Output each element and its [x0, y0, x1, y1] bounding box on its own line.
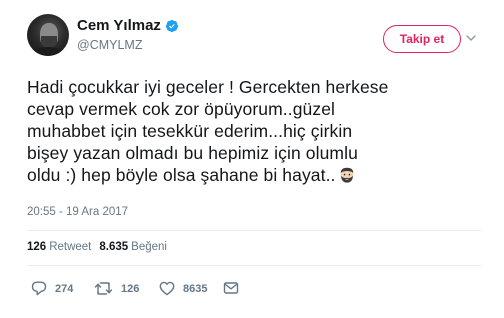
tweet-text: Hadi çocukkar iyi geceler ! Gercekten he… — [27, 76, 483, 186]
retweet-count: 126 — [121, 282, 140, 295]
follow-button[interactable]: Takip et — [383, 25, 461, 53]
tweet-text-line: muhabbet için tesekkür ederim...hiç çirk… — [27, 121, 353, 141]
like-count: 8635 — [183, 282, 208, 295]
divider — [27, 230, 481, 231]
retweet-stat-count: 126 — [27, 241, 47, 253]
retweet-icon — [94, 282, 113, 295]
divider — [27, 265, 481, 266]
retweet-button[interactable]: 126 — [94, 281, 139, 296]
user-handle[interactable]: @CMYLMZ — [77, 38, 142, 52]
tweet-text-line: bişey yazan olmadı bu hepimiz için oluml… — [27, 143, 358, 163]
reply-count: 274 — [55, 282, 74, 295]
chevron-down-icon[interactable] — [465, 32, 477, 44]
like-icon — [159, 281, 175, 296]
direct-message-button[interactable] — [223, 281, 239, 295]
author-name-row[interactable]: Cem Yılmaz — [77, 17, 179, 34]
tweet-text-line-last: oldu :) hep böyle olsa şahane bi hayat.. — [27, 164, 483, 186]
verified-badge-icon — [165, 19, 179, 32]
tweet-text-line: cevap vermek cok zor öpüyorum..güzel — [27, 99, 336, 119]
like-stat-count: 8.635 — [99, 241, 129, 253]
retweet-stat[interactable]: 126 Retweet — [27, 241, 91, 253]
reply-button[interactable]: 274 — [31, 281, 73, 296]
retweet-stat-label: Retweet — [49, 241, 92, 253]
display-name[interactable]: Cem Yılmaz — [77, 17, 161, 34]
avatar[interactable] — [27, 14, 69, 56]
tweet-text-line: oldu :) hep böyle olsa şahane bi hayat.. — [27, 165, 336, 185]
like-stat-label: Beğeni — [131, 241, 167, 253]
like-stat[interactable]: 8.635 Beğeni — [99, 241, 167, 253]
like-button[interactable]: 8635 — [159, 281, 207, 296]
avatar-shoulder — [31, 47, 65, 56]
tweet-timestamp[interactable]: 20:55 - 19 Ara 2017 — [27, 206, 128, 218]
tweet-actions: 274 126 8635 — [27, 281, 257, 297]
direct-message-icon — [223, 282, 239, 294]
tweet-text-line: Hadi çocukkar iyi geceler ! Gercekten he… — [27, 77, 389, 97]
tweet-stats: 126 Retweet 8.635 Beğeni — [27, 241, 175, 253]
reply-icon — [31, 281, 47, 296]
man-with-beard-emoji-icon — [340, 167, 353, 183]
tweet-card: Cem Yılmaz @CMYLMZ Takip et Hadi çocukka… — [0, 0, 504, 318]
